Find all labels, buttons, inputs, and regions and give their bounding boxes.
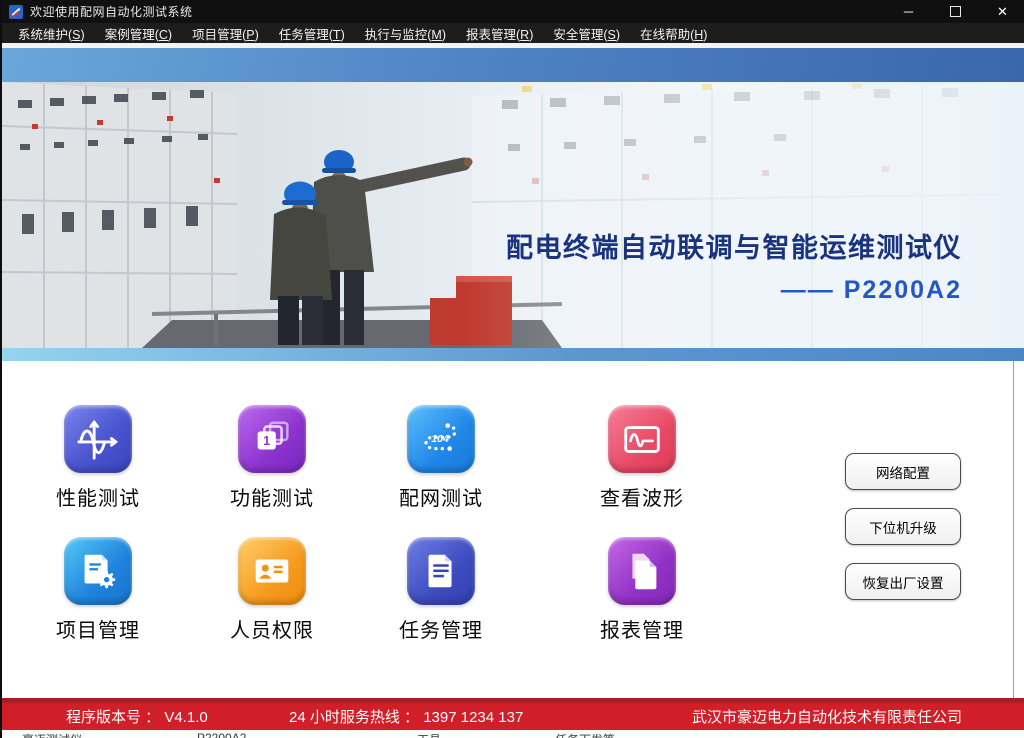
tile-label: 项目管理 <box>33 614 163 643</box>
company-text: 武汉市豪迈电力自动化技术有限责任公司 <box>692 706 962 727</box>
maximize-icon[interactable] <box>932 0 979 23</box>
footer-bar: 程序版本号 ： V4.1.0 24 小时服务热线 ： 1397 1234 137… <box>2 698 1024 730</box>
menu-item-system-maintenance[interactable]: 系统维护(S) <box>8 24 95 43</box>
tile-report-management[interactable]: 报表管理 <box>577 537 707 643</box>
hotline-text: 24 小时服务热线 ： 1397 1234 137 <box>289 706 523 727</box>
window-title: 欢迎使用配网自动化测试系统 <box>30 3 193 20</box>
window-controls: ─ ✕ <box>885 0 1024 23</box>
menu-item-report-management[interactable]: 报表管理(R) <box>456 24 543 43</box>
menu-item-case-management[interactable]: 案例管理(C) <box>95 24 182 43</box>
tile-label: 性能测试 <box>33 482 163 511</box>
clipped-bottom-strip: 豪迈测试仪 P2200A2 工具 任务下发等 <box>2 730 1024 738</box>
tile-label: 报表管理 <box>577 614 707 643</box>
tile-label: 查看波形 <box>577 482 707 511</box>
clipped-text-fragment: 豪迈测试仪 <box>22 731 82 738</box>
switchgear-photo <box>2 82 1024 348</box>
banner-model-number: —— P2200A2 <box>781 276 962 305</box>
menu-item-project-management[interactable]: 项目管理(P) <box>182 24 269 43</box>
tile-label: 任务管理 <box>376 614 506 643</box>
svg-text:1: 1 <box>263 434 270 448</box>
task-document-icon <box>418 548 464 594</box>
svg-text:104: 104 <box>431 433 449 445</box>
report-copy-icon <box>619 548 665 594</box>
factory-reset-button[interactable]: 恢复出厂设置 <box>845 563 961 600</box>
app-logo-icon <box>9 5 23 19</box>
blue-gradient-band-top <box>2 48 1024 82</box>
tile-label: 功能测试 <box>207 482 337 511</box>
tile-task-management[interactable]: 任务管理 <box>376 537 506 643</box>
document-gear-icon <box>75 548 121 594</box>
main-area: 性能测试 1 功能测试 104 <box>2 361 1024 698</box>
tile-distribution-test[interactable]: 104 配网测试 <box>376 405 506 511</box>
tile-performance-test[interactable]: 性能测试 <box>33 405 163 511</box>
clipped-text-fragment: 任务下发等 <box>555 731 615 738</box>
version-text: 程序版本号 ： V4.1.0 <box>66 706 208 727</box>
sine-wave-icon <box>75 416 121 462</box>
banner: 配电终端自动联调与智能运维测试仪 —— P2200A2 <box>2 82 1024 348</box>
clipped-text-fragment: P2200A2 <box>197 731 246 738</box>
tile-label: 人员权限 <box>207 614 337 643</box>
tile-project-management[interactable]: 项目管理 <box>33 537 163 643</box>
menu-item-online-help[interactable]: 在线帮助(H) <box>630 24 717 43</box>
protocol-104-icon: 104 <box>418 416 464 462</box>
tile-function-test[interactable]: 1 功能测试 <box>207 405 337 511</box>
menu-item-security-management[interactable]: 安全管理(S) <box>543 24 630 43</box>
menu-bar: 系统维护(S) 案例管理(C) 项目管理(P) 任务管理(T) 执行与监控(M)… <box>2 23 1024 43</box>
id-card-icon <box>249 548 295 594</box>
tile-label: 配网测试 <box>376 482 506 511</box>
right-edge-divider <box>1013 361 1014 698</box>
network-config-button[interactable]: 网络配置 <box>845 453 961 490</box>
app-window: 欢迎使用配网自动化测试系统 ─ ✕ 系统维护(S) 案例管理(C) 项目管理(P… <box>0 0 1024 738</box>
menu-item-execution-monitoring[interactable]: 执行与监控(M) <box>355 24 456 43</box>
title-bar: 欢迎使用配网自动化测试系统 ─ ✕ <box>2 0 1024 23</box>
menu-item-task-management[interactable]: 任务管理(T) <box>269 24 355 43</box>
firmware-upgrade-button[interactable]: 下位机升级 <box>845 508 961 545</box>
close-icon[interactable]: ✕ <box>979 0 1024 23</box>
tile-personnel-permission[interactable]: 人员权限 <box>207 537 337 643</box>
tile-view-waveform[interactable]: 查看波形 <box>577 405 707 511</box>
blue-gradient-band-bottom <box>2 348 1024 361</box>
minimize-icon[interactable]: ─ <box>885 0 932 23</box>
stacked-cards-icon: 1 <box>249 416 295 462</box>
banner-title: 配电终端自动联调与智能运维测试仪 <box>506 226 962 265</box>
clipped-text-fragment: 工具 <box>417 731 441 738</box>
waveform-icon <box>619 416 665 462</box>
